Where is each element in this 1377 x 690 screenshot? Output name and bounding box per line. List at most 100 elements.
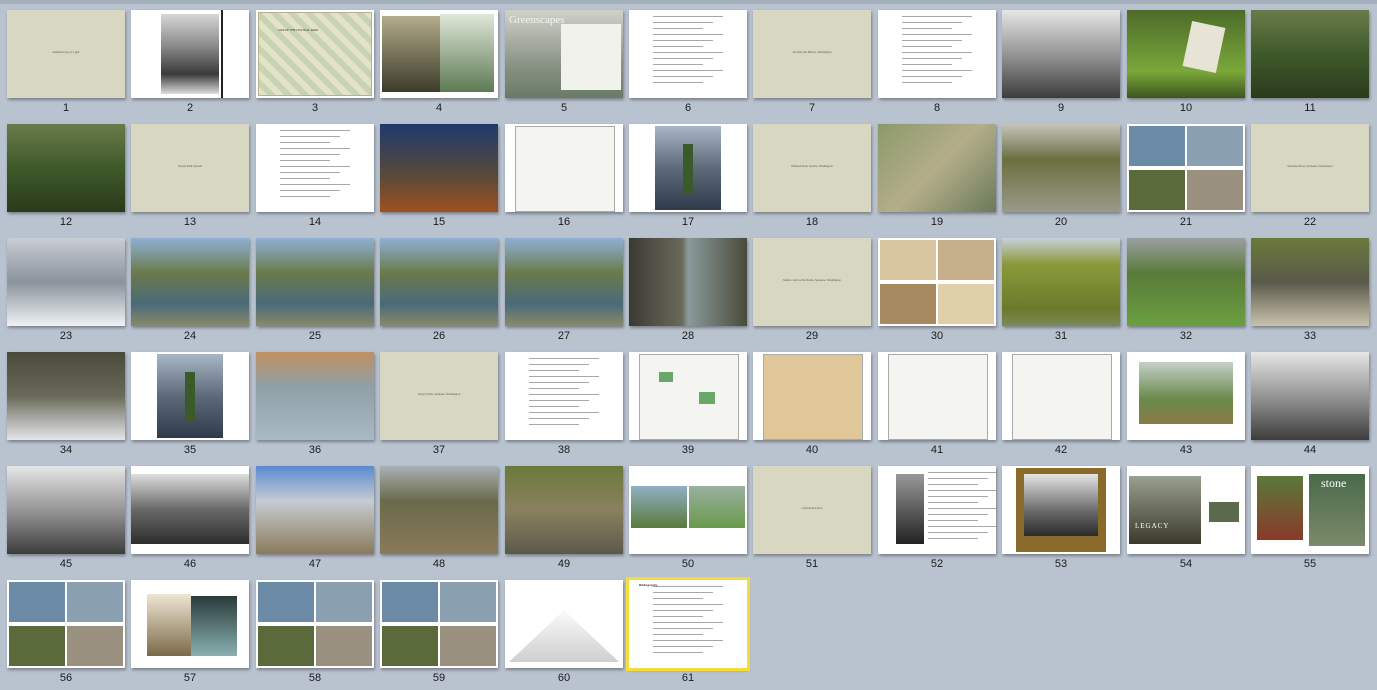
slide-thumbnail[interactable] <box>1251 10 1369 98</box>
slide-cell[interactable]: 46 <box>131 466 255 576</box>
slide-thumbnail[interactable] <box>505 124 623 212</box>
slide-thumbnail[interactable] <box>256 580 374 668</box>
slide-cell[interactable]: 44 <box>1251 352 1375 462</box>
slide-thumbnail[interactable] <box>131 580 249 668</box>
slide-cell[interactable]: 6 <box>629 10 753 120</box>
slide-cell[interactable]: 20 <box>1002 124 1126 234</box>
slide-cell[interactable]: 39 <box>629 352 753 462</box>
slide-cell[interactable]: Manito and Corbin Parks, Spokane, Washin… <box>753 238 877 348</box>
slide-thumbnail[interactable] <box>505 466 623 554</box>
slide-thumbnail[interactable] <box>7 580 125 668</box>
slide-cell[interactable]: 30 <box>878 238 1002 348</box>
slide-cell[interactable]: Land Restoration 51 <box>753 466 877 576</box>
slide-cell[interactable]: 40 <box>753 352 877 462</box>
slide-thumbnail[interactable] <box>256 238 374 326</box>
slide-cell[interactable]: 43 <box>1127 352 1251 462</box>
slide-thumbnail[interactable] <box>131 10 249 98</box>
slide-cell[interactable]: stone 55 <box>1251 466 1375 576</box>
slide-thumbnail[interactable] <box>1002 352 1120 440</box>
slide-thumbnail[interactable] <box>380 580 498 668</box>
slide-thumbnail[interactable]: LEGACY <box>1127 466 1245 554</box>
slide-cell[interactable]: 35 <box>131 352 255 462</box>
slide-thumbnail[interactable]: Tacoma and Burien, Washington <box>753 10 871 98</box>
slide-cell[interactable]: 8 <box>878 10 1002 120</box>
slide-thumbnail[interactable] <box>7 238 125 326</box>
slide-cell[interactable]: 4 <box>380 10 504 120</box>
slide-thumbnail[interactable] <box>1127 10 1245 98</box>
slide-cell[interactable]: 38 <box>505 352 629 462</box>
slide-thumbnail[interactable] <box>1002 466 1120 554</box>
slide-cell[interactable]: 47 <box>256 466 380 576</box>
slide-cell[interactable]: Spokane River, Spokane, Washington 22 <box>1251 124 1375 234</box>
slide-cell[interactable]: 49 <box>505 466 629 576</box>
slide-thumbnail[interactable] <box>629 352 747 440</box>
slide-thumbnail[interactable] <box>256 124 374 212</box>
slide-cell[interactable]: 21 <box>1127 124 1251 234</box>
slide-thumbnail[interactable] <box>1002 238 1120 326</box>
slide-cell[interactable]: 34 <box>7 352 131 462</box>
slide-cell[interactable]: 19 <box>878 124 1002 234</box>
slide-thumbnail[interactable]: Olmsted Park, Seattle, Washington <box>753 124 871 212</box>
slide-cell[interactable]: 31 <box>1002 238 1126 348</box>
slide-thumbnail[interactable] <box>1251 238 1369 326</box>
slide-thumbnail[interactable] <box>131 466 249 554</box>
slide-cell[interactable]: 10 <box>1127 10 1251 120</box>
slide-cell[interactable]: 32 <box>1127 238 1251 348</box>
slide-cell[interactable]: 60 <box>505 580 629 690</box>
slide-cell[interactable]: 59 <box>380 580 504 690</box>
slide-cell[interactable]: 16 <box>505 124 629 234</box>
slide-thumbnail[interactable] <box>878 10 996 98</box>
slide-thumbnail[interactable] <box>629 466 747 554</box>
slide-thumbnail[interactable] <box>380 238 498 326</box>
slide-cell[interactable]: 36 <box>256 352 380 462</box>
slide-cell[interactable]: 14 <box>256 124 380 234</box>
slide-cell[interactable]: Greenscapes 5 <box>505 10 629 120</box>
slide-thumbnail[interactable] <box>878 238 996 326</box>
slide-thumbnail[interactable] <box>380 466 498 554</box>
slide-thumbnail[interactable]: Spokane River, Spokane, Washington <box>1251 124 1369 212</box>
slide-thumbnail[interactable] <box>1002 10 1120 98</box>
slide-cell[interactable]: Bibliography 61 <box>626 577 753 690</box>
slide-thumbnail[interactable] <box>505 580 623 668</box>
slide-thumbnail[interactable]: Manito and Corbin Parks, Spokane, Washin… <box>753 238 871 326</box>
slide-cell[interactable]: 58 <box>256 580 380 690</box>
slide-thumbnail[interactable] <box>878 352 996 440</box>
slide-thumbnail[interactable] <box>380 124 498 212</box>
slide-thumbnail[interactable] <box>1127 238 1245 326</box>
slide-cell[interactable]: 17 <box>629 124 753 234</box>
slide-cell[interactable]: 52 <box>878 466 1002 576</box>
slide-thumbnail[interactable]: Land Restoration <box>753 466 871 554</box>
slide-cell[interactable]: 26 <box>380 238 504 348</box>
slide-cell[interactable]: 57 <box>131 580 255 690</box>
slide-thumbnail[interactable] <box>131 238 249 326</box>
slide-thumbnail[interactable] <box>1127 124 1245 212</box>
slide-cell[interactable]: 24 <box>131 238 255 348</box>
slide-thumbnail[interactable]: stone <box>1251 466 1369 554</box>
slide-thumbnail[interactable] <box>753 352 871 440</box>
slide-thumbnail[interactable] <box>7 124 125 212</box>
slide-cell[interactable]: 41 <box>878 352 1002 462</box>
slide-cell[interactable]: 25 <box>256 238 380 348</box>
slide-cell[interactable]: Seattle Park System 13 <box>131 124 255 234</box>
slide-thumbnail[interactable] <box>131 352 249 440</box>
slide-thumbnail[interactable] <box>505 352 623 440</box>
slide-thumbnail[interactable] <box>256 352 374 440</box>
slide-cell[interactable]: 12 <box>7 124 131 234</box>
slide-cell[interactable]: Olmsted Park, Seattle, Washington 18 <box>753 124 877 234</box>
slide-cell[interactable]: 33 <box>1251 238 1375 348</box>
slide-cell[interactable]: 11 <box>1251 10 1375 120</box>
slide-thumbnail[interactable] <box>629 10 747 98</box>
slide-thumbnail[interactable]: Kaleidoscope of Light <box>7 10 125 98</box>
slide-cell[interactable]: 48 <box>380 466 504 576</box>
slide-thumbnail[interactable]: Seattle Park System <box>131 124 249 212</box>
slide-thumbnail[interactable] <box>878 466 996 554</box>
slide-cell[interactable]: Kaleidoscope of Light 1 <box>7 10 131 120</box>
slide-cell[interactable]: 53 <box>1002 466 1126 576</box>
slide-cell[interactable]: Tacoma and Burien, Washington 7 <box>753 10 877 120</box>
slide-thumbnail[interactable] <box>629 124 747 212</box>
slide-thumbnail[interactable]: Greenscapes <box>505 10 623 98</box>
slide-cell[interactable]: LEGACY 54 <box>1127 466 1251 576</box>
slide-thumbnail[interactable] <box>256 466 374 554</box>
slide-thumbnail[interactable] <box>1127 352 1245 440</box>
slide-thumbnail[interactable] <box>7 466 125 554</box>
